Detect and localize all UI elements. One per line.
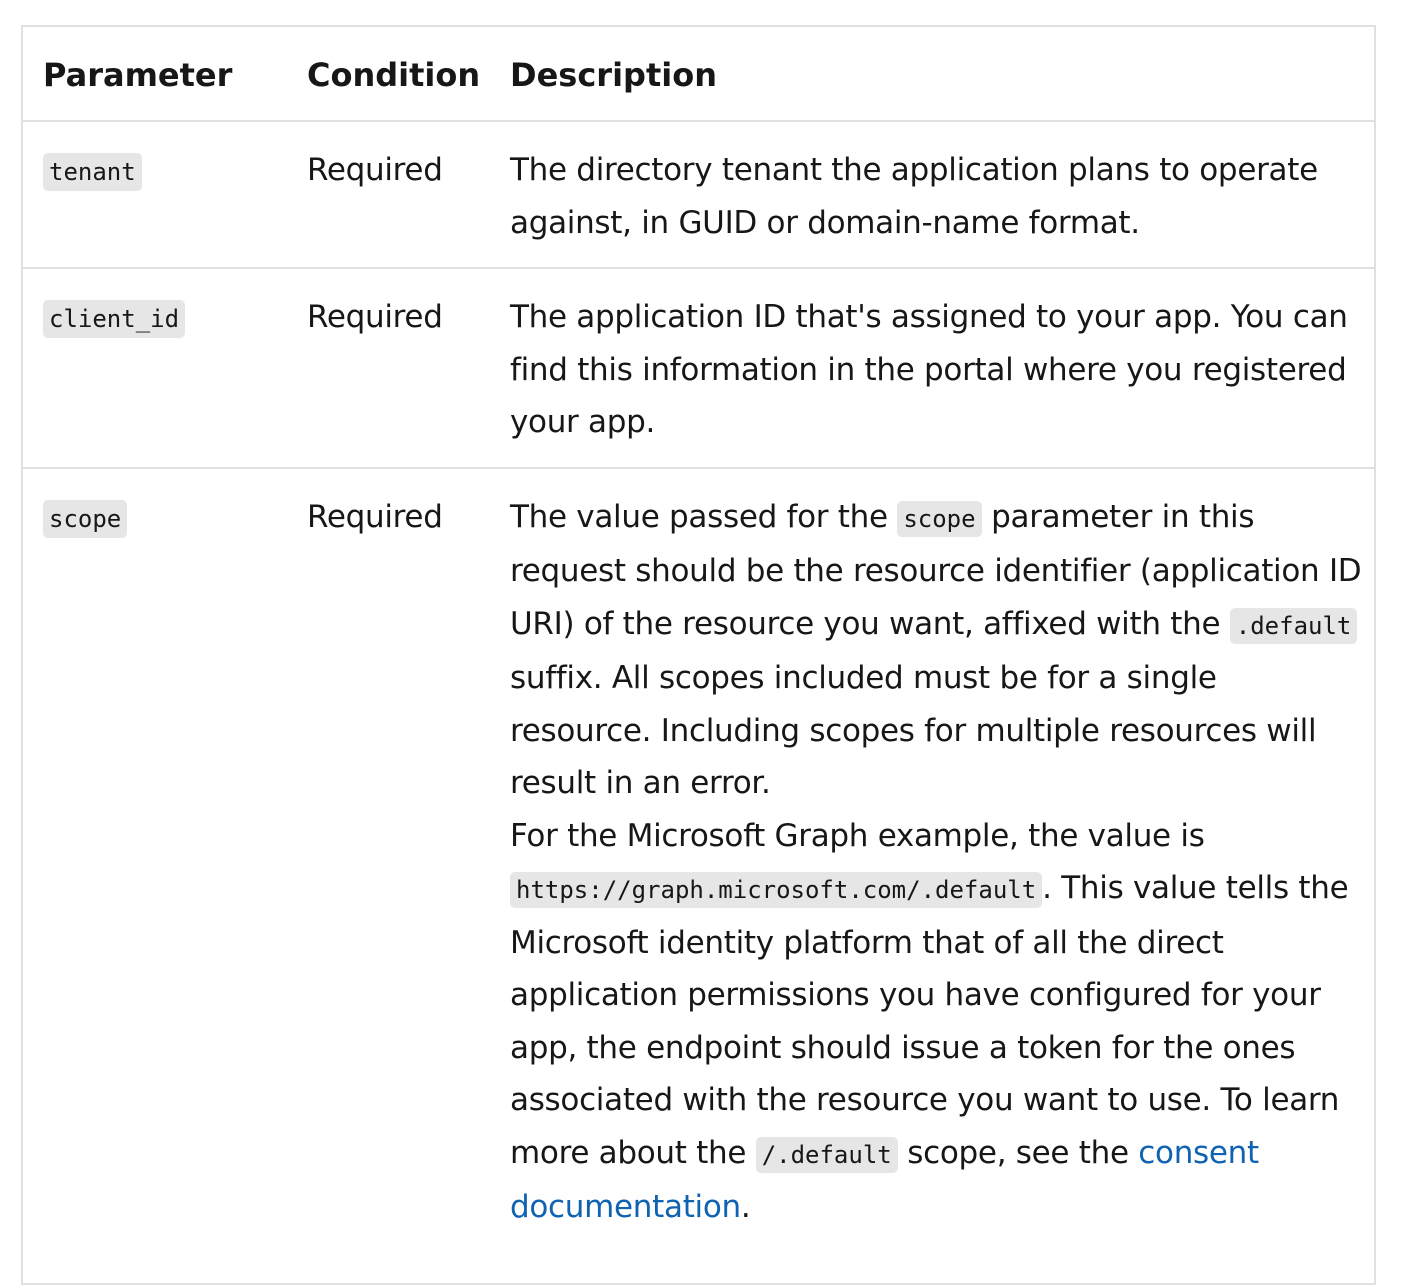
parameters-table-container: Parameter Condition Description tenant R… — [21, 25, 1376, 1285]
description-cell: The value passed for the scope parameter… — [490, 468, 1374, 1252]
inline-code-default: .default — [1229, 607, 1358, 644]
table-row-scope: scope Required The value passed for the … — [23, 468, 1374, 1252]
header-condition: Condition — [287, 27, 490, 122]
parameter-cell: tenant — [23, 121, 287, 269]
table-row-tenant: tenant Required The directory tenant the… — [23, 121, 1374, 269]
description-text: suffix. All scopes included must be for … — [510, 660, 1317, 801]
table-row-client-id: client_id Required The application ID th… — [23, 268, 1374, 469]
parameter-name-code: scope — [43, 499, 128, 538]
parameter-cell: scope — [23, 468, 287, 1252]
header-description: Description — [490, 27, 1374, 122]
parameter-name-code: client_id — [43, 300, 186, 338]
inline-code-slash-default: /.default — [755, 1136, 898, 1173]
condition-cell: Required — [287, 121, 490, 269]
parameters-table: Parameter Condition Description tenant R… — [23, 27, 1374, 1252]
description-text: scope, see the — [897, 1134, 1139, 1171]
condition-cell: Required — [307, 498, 443, 535]
description-text: . This value tells the Microsoft identit… — [510, 870, 1349, 1171]
header-parameter: Parameter — [23, 27, 287, 122]
inline-code-graph-url: https://graph.microsoft.com/.default — [510, 872, 1043, 908]
parameter-name-code: tenant — [43, 153, 142, 191]
inline-code-scope: scope — [897, 500, 982, 537]
description-text: For the Microsoft Graph example, the val… — [510, 817, 1205, 854]
table-header-row: Parameter Condition Description — [23, 27, 1374, 122]
parameter-cell: client_id — [23, 268, 287, 469]
condition-cell: Required — [287, 268, 490, 469]
description-cell: The directory tenant the application pla… — [490, 121, 1374, 269]
description-cell: The application ID that's assigned to yo… — [490, 268, 1374, 469]
description-text: The value passed for the — [510, 498, 898, 535]
description-text: . — [740, 1189, 751, 1225]
